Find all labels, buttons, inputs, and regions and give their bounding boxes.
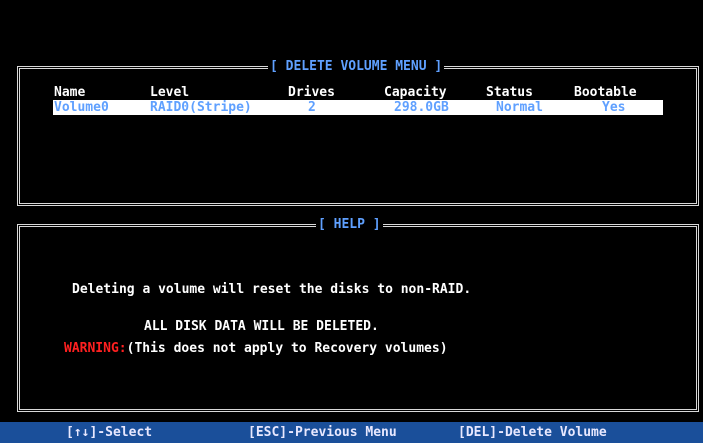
- volume-row-selected[interactable]: [53, 100, 663, 115]
- column-header-status: Status: [486, 85, 533, 100]
- footer-delete-volume-hint: [DEL]-Delete Volume: [458, 425, 607, 440]
- footer-select-hint: [↑↓]-Select: [66, 425, 153, 440]
- volume-capacity[interactable]: 298.0GB: [394, 100, 449, 115]
- help-reset-message: Deleting a volume will reset the disks t…: [72, 282, 472, 297]
- help-data-deleted-message: ALL DISK DATA WILL BE DELETED.: [144, 319, 379, 334]
- volume-drives[interactable]: 2: [308, 100, 316, 115]
- volume-status[interactable]: Normal: [496, 100, 543, 115]
- column-header-level: Level: [150, 85, 190, 100]
- warning-label: WARNING:: [64, 341, 127, 356]
- volume-name[interactable]: Volume0: [54, 100, 109, 115]
- help-panel: [ HELP ] Deleting a volume will reset th…: [17, 218, 699, 412]
- help-warning-line: WARNING:(This does not apply to Recovery…: [64, 341, 448, 356]
- delete-volume-menu-title: [ DELETE VOLUME MENU ]: [268, 59, 445, 74]
- column-header-drives: Drives: [288, 85, 335, 100]
- column-header-name: Name: [54, 85, 86, 100]
- volume-level[interactable]: RAID0(Stripe): [150, 100, 252, 115]
- footer-bar: [↑↓]-Select [ESC]-Previous Menu [DEL]-De…: [0, 422, 703, 443]
- help-title: [ HELP ]: [316, 217, 383, 232]
- column-header-capacity: Capacity: [384, 85, 447, 100]
- volume-bootable[interactable]: Yes: [602, 100, 625, 115]
- delete-volume-panel: [ DELETE VOLUME MENU ] Name Level Drives…: [17, 60, 699, 206]
- column-header-bootable: Bootable: [574, 85, 637, 100]
- warning-text: (This does not apply to Recovery volumes…: [126, 341, 448, 356]
- footer-previous-menu-hint: [ESC]-Previous Menu: [248, 425, 397, 440]
